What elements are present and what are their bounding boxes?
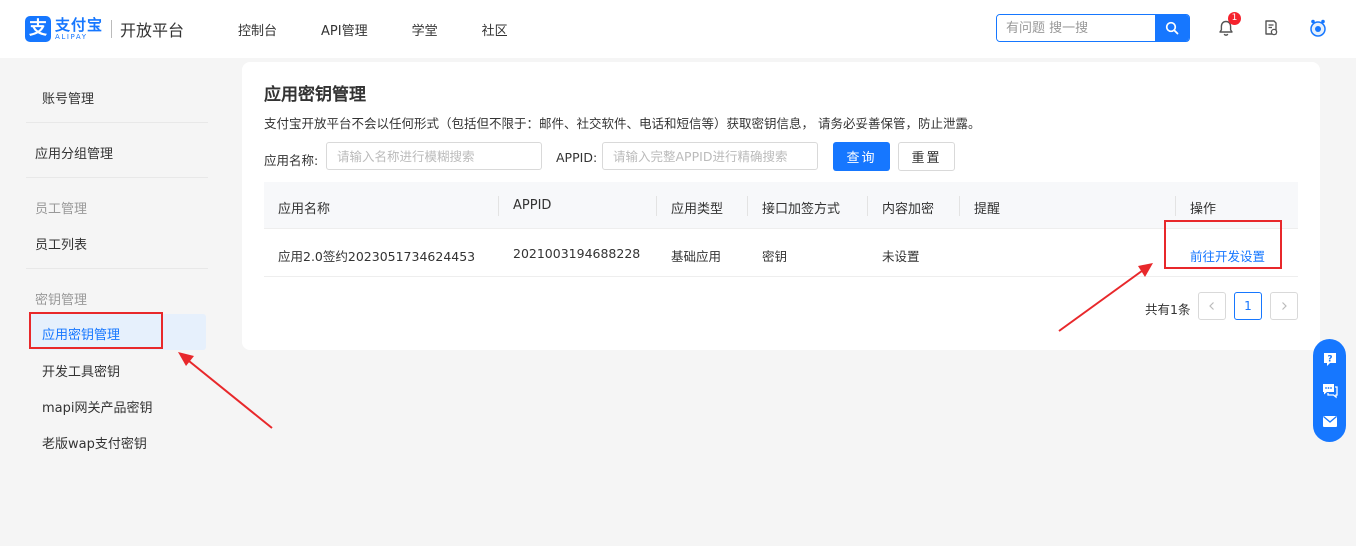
chevron-right-icon (1282, 302, 1287, 310)
app-name-input[interactable] (326, 142, 542, 170)
column-divider (1175, 196, 1176, 216)
cell-app-type: 基础应用 (671, 249, 722, 264)
sidebar: 账号管理 应用分组管理 员工管理 员工列表 密钥管理 应用密钥管理 开发工具密钥… (0, 58, 230, 546)
nav-community[interactable]: 社区 (482, 20, 508, 39)
appid-label: APPID: (556, 150, 598, 165)
platform-name: 开放平台 (120, 21, 185, 40)
floating-toolbar: ? (1313, 339, 1346, 442)
column-appid: APPID (513, 198, 552, 213)
security-notice: 支付宝开放平台不会以任何形式（包括但不限于：邮件、社交软件、电话和短信等）获取密… (264, 116, 981, 131)
column-divider (656, 196, 657, 216)
column-divider (747, 196, 748, 216)
annotation-highlight-sidebar (29, 312, 163, 349)
pagination-total: 共有1条 (1145, 302, 1191, 317)
top-header: 支 支付宝 ALIPAY 开放平台 控制台 API管理 学堂 社区 1 (0, 0, 1356, 58)
column-sign-method: 接口加签方式 (762, 202, 841, 217)
sidebar-item-dev-tool-key[interactable]: 开发工具密钥 (42, 361, 120, 380)
chevron-left-icon (1209, 302, 1214, 310)
column-divider (867, 196, 868, 216)
app-key-table: 应用名称 APPID 应用类型 接口加签方式 内容加密 提醒 操作 应用2.0签… (264, 182, 1298, 277)
column-divider (498, 196, 499, 216)
app-name-label: 应用名称: (264, 153, 319, 168)
help-button[interactable]: ? (1319, 349, 1341, 371)
cell-sign-method: 密钥 (762, 249, 788, 264)
sidebar-group-staff: 员工管理 (35, 202, 88, 217)
user-avatar-button[interactable] (1307, 17, 1329, 39)
column-encryption: 内容加密 (882, 202, 935, 217)
search-button[interactable] (1155, 15, 1189, 41)
annotation-highlight-action (1164, 220, 1282, 269)
question-icon: ? (1323, 353, 1336, 367)
column-divider (959, 196, 960, 216)
document-settings-icon (1265, 20, 1278, 36)
notification-button[interactable]: 1 (1215, 12, 1241, 39)
column-reminder: 提醒 (974, 202, 1001, 217)
search-input[interactable] (997, 15, 1155, 41)
sidebar-divider (26, 268, 208, 269)
column-app-name: 应用名称 (278, 202, 331, 217)
mail-icon (1322, 415, 1337, 427)
logo-text-en: ALIPAY (55, 32, 88, 41)
page-title: 应用密钥管理 (264, 85, 366, 105)
search-box (996, 14, 1190, 42)
document-button[interactable] (1260, 17, 1282, 39)
pagination-page[interactable]: 1 (1234, 292, 1262, 320)
chat-button[interactable] (1319, 379, 1341, 401)
sidebar-divider (26, 177, 208, 178)
chat-icon (1322, 384, 1338, 399)
alipay-logo[interactable]: 支 支付宝 ALIPAY 开放平台 (25, 16, 184, 42)
alipay-logo-icon: 支 (25, 16, 51, 42)
sidebar-item-staff-list[interactable]: 员工列表 (35, 234, 87, 253)
cell-encryption: 未设置 (882, 249, 920, 264)
sidebar-item-mapi-key[interactable]: mapi网关产品密钥 (42, 397, 153, 416)
notification-badge: 1 (1228, 12, 1241, 25)
cell-appid: 2021003194688228 (513, 246, 641, 261)
feedback-button[interactable] (1319, 410, 1341, 432)
column-actions: 操作 (1190, 202, 1217, 217)
nav-academy[interactable]: 学堂 (412, 20, 438, 39)
sidebar-item-wap-key[interactable]: 老版wap支付密钥 (42, 433, 147, 452)
nav-console[interactable]: 控制台 (238, 20, 277, 39)
pagination-next-button[interactable] (1270, 292, 1298, 320)
svg-text:?: ? (1327, 355, 1332, 365)
pagination-prev-button[interactable] (1198, 292, 1226, 320)
sidebar-item-app-group[interactable]: 应用分组管理 (35, 143, 113, 162)
sidebar-item-account[interactable]: 账号管理 (42, 88, 94, 107)
search-query-button[interactable]: 查询 (833, 142, 890, 171)
sidebar-group-keys: 密钥管理 (35, 293, 88, 308)
reset-button[interactable]: 重置 (898, 142, 955, 171)
table-row: 应用2.0签约2023051734624453 2021003194688228… (264, 229, 1298, 277)
column-app-type: 应用类型 (671, 202, 724, 217)
nav-api-management[interactable]: API管理 (321, 20, 368, 39)
table-header: 应用名称 APPID 应用类型 接口加签方式 内容加密 提醒 操作 (264, 182, 1298, 229)
appid-input[interactable] (602, 142, 818, 170)
avatar-icon (1310, 19, 1326, 37)
main-card: 应用密钥管理 支付宝开放平台不会以任何形式（包括但不限于：邮件、社交软件、电话和… (242, 62, 1320, 350)
logo-text-cn: 支付宝 (55, 15, 104, 34)
sidebar-divider (26, 122, 208, 123)
main-nav: 控制台 API管理 学堂 社区 (238, 20, 552, 39)
search-icon (1165, 21, 1179, 35)
cell-app-name: 应用2.0签约2023051734624453 (278, 249, 476, 264)
logo-divider (111, 20, 113, 38)
